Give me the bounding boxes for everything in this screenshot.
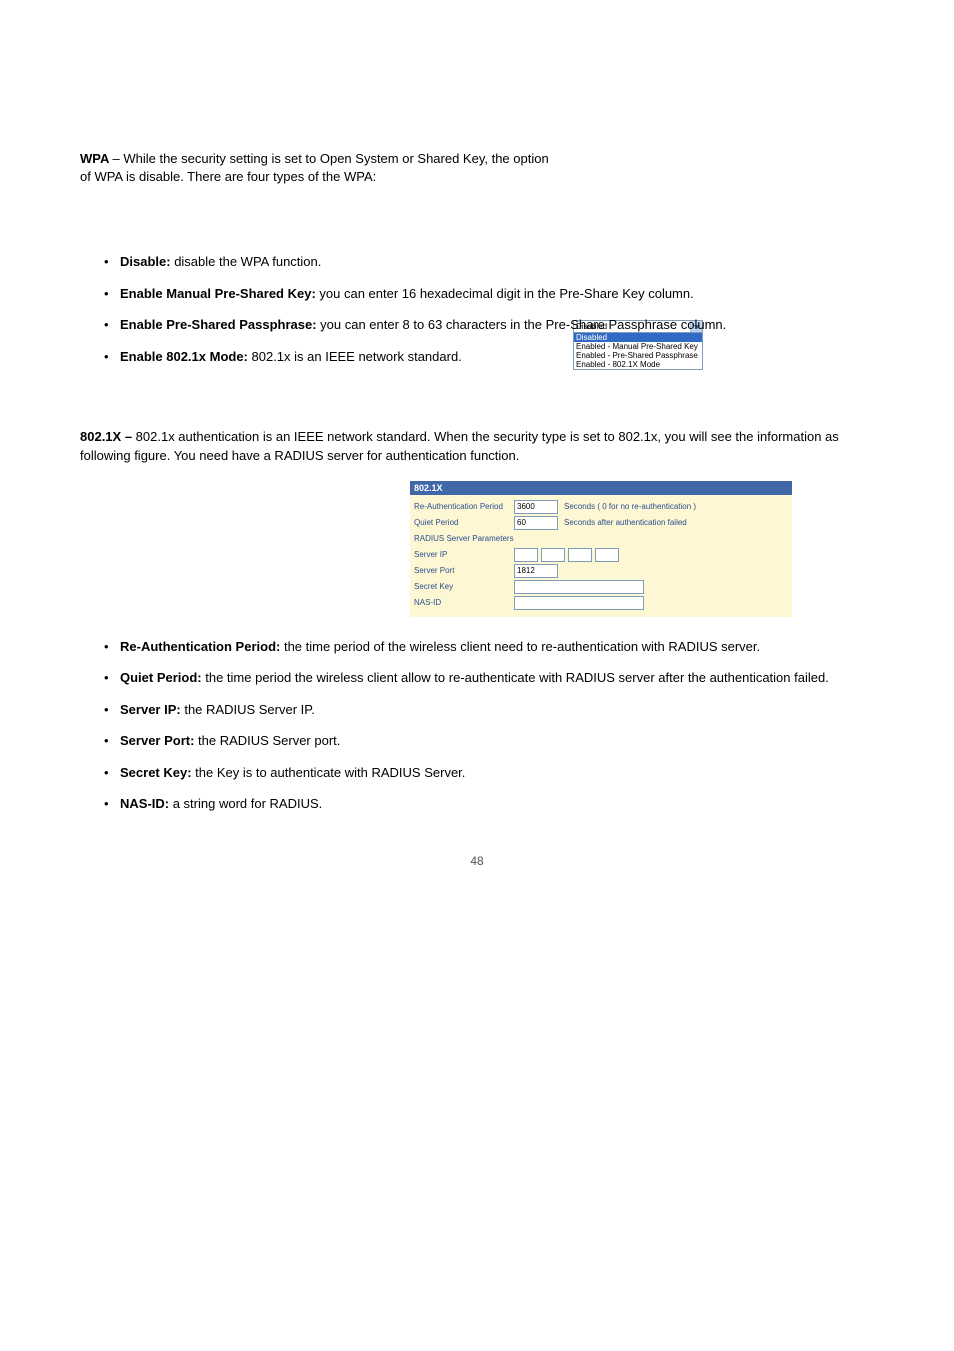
label-nasid: NAS-ID bbox=[414, 598, 514, 607]
sec-8021x-heading-rest: 802.1x authentication is an IEEE network… bbox=[80, 429, 839, 462]
bullet-8021x: Re-Authentication Period: the time perio… bbox=[80, 637, 874, 657]
row-serverip: Server IP bbox=[410, 547, 792, 563]
label-radius: RADIUS Server Parameters bbox=[414, 534, 514, 543]
bullet-text: the RADIUS Server IP. bbox=[184, 702, 315, 717]
bullet-text: a string word for RADIUS. bbox=[173, 796, 323, 811]
bullet-text: you can enter 16 hexadecimal digit in th… bbox=[319, 286, 693, 301]
label-serverport: Server Port bbox=[414, 566, 514, 575]
input-nasid[interactable] bbox=[514, 596, 644, 610]
input-quiet[interactable] bbox=[514, 516, 558, 530]
bullet-text: the time period the wireless client allo… bbox=[205, 670, 829, 685]
row-nasid: NAS-ID bbox=[410, 595, 792, 611]
panel-title: 802.1X bbox=[410, 481, 792, 495]
label-reauth: Re-Authentication Period bbox=[414, 502, 514, 511]
input-serverip-3[interactable] bbox=[568, 548, 592, 562]
label-quiet: Quiet Period bbox=[414, 518, 514, 527]
label-secretkey: Secret Key bbox=[414, 582, 514, 591]
hint-quiet: Seconds after authentication failed bbox=[564, 518, 687, 527]
input-reauth[interactable] bbox=[514, 500, 558, 514]
bullet-text: the RADIUS Server port. bbox=[198, 733, 340, 748]
wpa-bullet: Enable Manual Pre-Shared Key: you can en… bbox=[80, 284, 874, 304]
input-secretkey[interactable] bbox=[514, 580, 644, 594]
bullet-8021x: Server IP: the RADIUS Server IP. bbox=[80, 700, 874, 720]
row-serverport: Server Port bbox=[410, 563, 792, 579]
bullet-label: NAS-ID: bbox=[120, 796, 173, 811]
input-serverport[interactable] bbox=[514, 564, 558, 578]
wpa-heading: WPA bbox=[80, 151, 113, 166]
bullet-text: 802.1x is an IEEE network standard. bbox=[252, 349, 462, 364]
panel-8021x: 802.1X Re-Authentication Period Seconds … bbox=[410, 481, 792, 617]
input-serverip-4[interactable] bbox=[595, 548, 619, 562]
wpa-bullet: Enable 802.1x Mode: 802.1x is an IEEE ne… bbox=[80, 347, 874, 367]
bullet-label: Quiet Period: bbox=[120, 670, 205, 685]
row-reauth: Re-Authentication Period Seconds ( 0 for… bbox=[410, 499, 792, 515]
bullet-label: Server IP: bbox=[120, 702, 184, 717]
bullet-text: you can enter 8 to 63 characters in the … bbox=[320, 317, 726, 332]
wpa-heading-rest: – While the security setting is set to O… bbox=[80, 151, 549, 184]
bullet-8021x: Secret Key: the Key is to authenticate w… bbox=[80, 763, 874, 783]
row-quiet: Quiet Period Seconds after authenticatio… bbox=[410, 515, 792, 531]
panel-body: Re-Authentication Period Seconds ( 0 for… bbox=[410, 495, 792, 617]
wpa-bullet: Disable: disable the WPA function. bbox=[80, 252, 874, 272]
bullet-8021x: NAS-ID: a string word for RADIUS. bbox=[80, 794, 874, 814]
bullet-label: Re-Authentication Period: bbox=[120, 639, 284, 654]
bullet-8021x: Server Port: the RADIUS Server port. bbox=[80, 731, 874, 751]
hint-reauth: Seconds ( 0 for no re-authentication ) bbox=[564, 502, 696, 511]
bullet-label: Disable: bbox=[120, 254, 174, 269]
bullet-text: the Key is to authenticate with RADIUS S… bbox=[195, 765, 465, 780]
bullet-label: Enable Pre-Shared Passphrase: bbox=[120, 317, 320, 332]
bullet-8021x: Quiet Period: the time period the wirele… bbox=[80, 668, 874, 688]
input-serverip-2[interactable] bbox=[541, 548, 565, 562]
row-secretkey: Secret Key bbox=[410, 579, 792, 595]
wpa-intro: WPA – While the security setting is set … bbox=[80, 150, 550, 186]
sec-8021x-intro: 802.1X – 802.1x authentication is an IEE… bbox=[80, 428, 874, 464]
sec-8021x-heading: 802.1X – bbox=[80, 429, 136, 444]
bullet-label: Secret Key: bbox=[120, 765, 195, 780]
bullet-text: disable the WPA function. bbox=[174, 254, 321, 269]
row-radius-hdr: RADIUS Server Parameters bbox=[410, 531, 792, 547]
label-serverip: Server IP bbox=[414, 550, 514, 559]
input-serverip-1[interactable] bbox=[514, 548, 538, 562]
page-number: 48 bbox=[80, 854, 874, 868]
bullet-label: Enable Manual Pre-Shared Key: bbox=[120, 286, 319, 301]
wpa-bullet: Enable Pre-Shared Passphrase: you can en… bbox=[80, 315, 874, 335]
bullet-text: the time period of the wireless client n… bbox=[284, 639, 760, 654]
bullet-label: Enable 802.1x Mode: bbox=[120, 349, 252, 364]
bullet-label: Server Port: bbox=[120, 733, 198, 748]
